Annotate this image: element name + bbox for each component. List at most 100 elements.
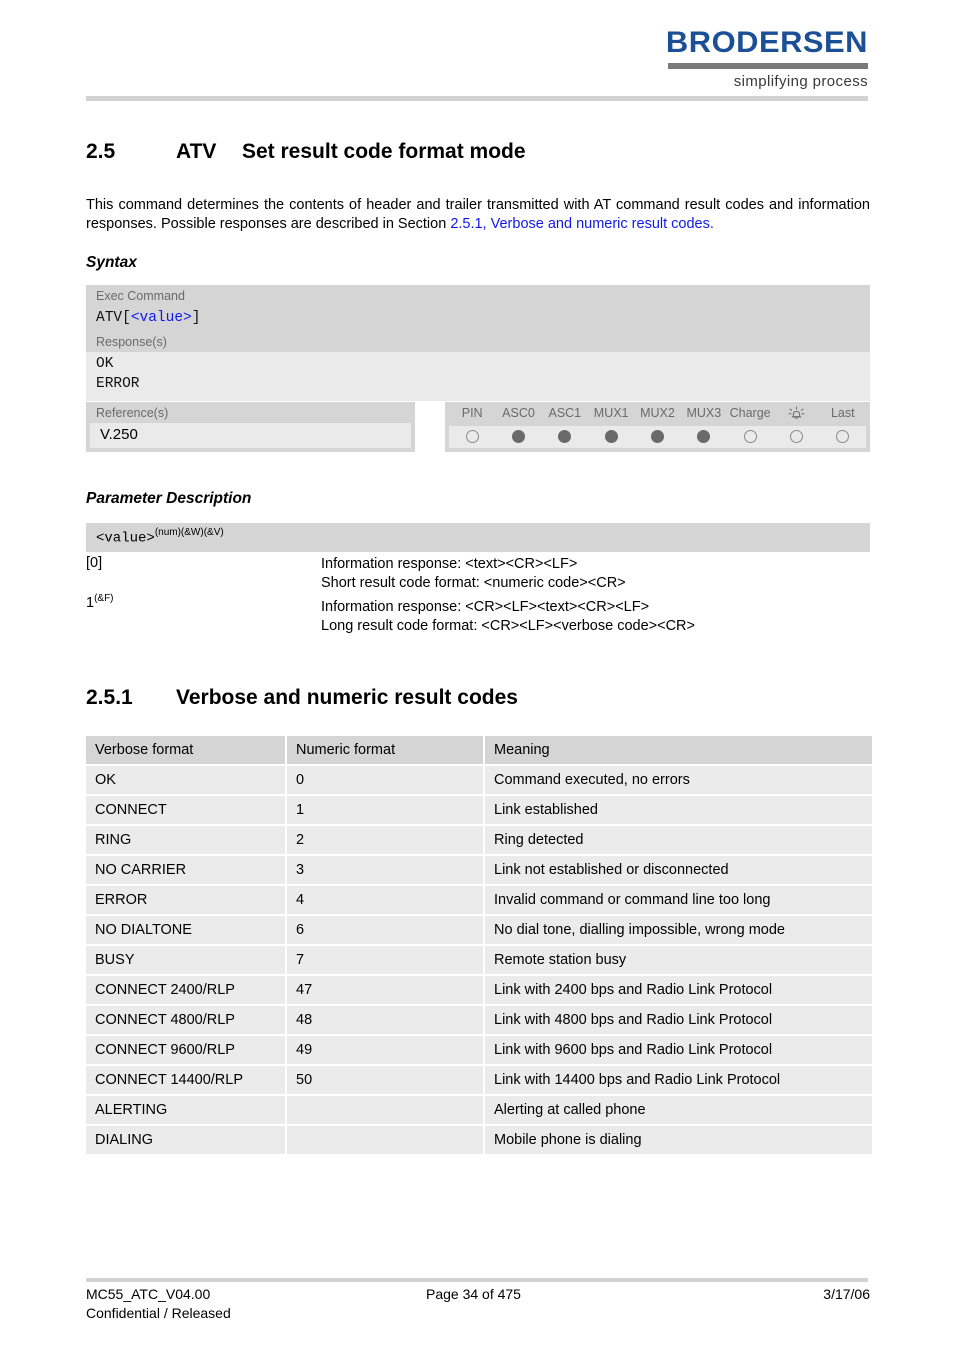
cell-numeric: 4	[286, 885, 485, 916]
parameter-value-1-line1: Information response: <CR><LF><text><CR>…	[321, 599, 650, 615]
cell-verbose: CONNECT 4800/RLP	[86, 1005, 287, 1036]
table-row: CONNECT 14400/RLP 50 Link with 14400 bps…	[86, 1065, 872, 1096]
cell-meaning: Command executed, no errors	[484, 765, 872, 796]
parameter-value-1-line2: Long result code format: <CR><LF><verbos…	[321, 618, 695, 634]
footer-classification: Confidential / Released	[86, 1305, 231, 1321]
cell-verbose: ALERTING	[86, 1095, 287, 1126]
indicator-label-asc0: ASC0	[502, 406, 535, 420]
table-row: DIALING Mobile phone is dialing	[86, 1125, 872, 1156]
indicator-dot-asc0	[495, 430, 541, 443]
parameter-key-1-superscript: (&F)	[94, 593, 114, 604]
cell-numeric: 6	[286, 915, 485, 946]
exec-command-panel: Exec Command ATV[<value>]	[86, 285, 870, 335]
response-line-ok: OK	[96, 356, 114, 372]
indicator-label-mux2: MUX2	[640, 406, 675, 420]
response-line-error: ERROR	[96, 376, 140, 392]
table-row: RING 2 Ring detected	[86, 825, 872, 856]
parameter-name-panel: <value>(num)(&W)(&V)	[86, 523, 870, 553]
indicator-dot-mux3	[681, 430, 727, 443]
cell-verbose: NO DIALTONE	[86, 915, 287, 946]
indicator-dot-mux1	[588, 430, 634, 443]
cell-verbose: OK	[86, 765, 287, 796]
table-row: NO DIALTONE 6 No dial tone, dialling imp…	[86, 915, 872, 946]
brodersen-logo: BRODERSEN simplifying process	[666, 28, 868, 90]
logo-tagline: simplifying process	[733, 73, 868, 90]
parameter-value-0-line2: Short result code format: <numeric code>…	[321, 575, 626, 591]
footer-row-primary: MC55_ATC_V04.00 Page 34 of 475 3/17/06	[86, 1285, 870, 1304]
cell-verbose: DIALING	[86, 1125, 287, 1156]
cell-meaning: Mobile phone is dialing	[484, 1125, 872, 1156]
cell-numeric	[286, 1125, 485, 1156]
page-title: 2.5 ATV Set result code format mode	[86, 140, 526, 164]
cell-meaning: Alerting at called phone	[484, 1095, 872, 1126]
cell-numeric: 47	[286, 975, 485, 1006]
reference-panel: Reference(s) V.250	[86, 402, 415, 452]
cell-verbose: RING	[86, 825, 287, 856]
exec-value-token: <value>	[130, 310, 192, 326]
result-codes-table: Verbose format Numeric format Meaning OK…	[86, 736, 872, 1156]
cell-meaning: Remote station busy	[484, 945, 872, 976]
table-row: CONNECT 4800/RLP 48 Link with 4800 bps a…	[86, 1005, 872, 1036]
indicator-label-mux1: MUX1	[593, 406, 629, 420]
exec-suffix: ]	[191, 310, 201, 326]
indicator-dot-mux2	[634, 430, 680, 443]
response-label: Response(s)	[86, 331, 870, 352]
cell-meaning: Invalid command or command line too long	[484, 885, 872, 916]
response-panel: Response(s) OK ERROR	[86, 331, 870, 401]
cell-meaning: Link with 2400 bps and Radio Link Protoc…	[484, 975, 872, 1006]
cell-meaning: Link established	[484, 795, 872, 826]
parameter-key-1: 1(&F)	[86, 593, 114, 611]
parameter-key-0: [0]	[86, 555, 103, 571]
table-body: OK 0 Command executed, no errors CONNECT…	[86, 765, 872, 1156]
reference-value: V.250	[90, 423, 411, 448]
cell-meaning: No dial tone, dialling impossible, wrong…	[484, 915, 872, 946]
subsection-number: 2.5.1	[86, 686, 133, 709]
indicator-label-last: Last	[830, 406, 855, 420]
footer-doc-id: MC55_ATC_V04.00	[86, 1286, 211, 1302]
subsection-title: 2.5.1 Verbose and numeric result codes	[86, 686, 518, 710]
cell-numeric: 48	[286, 1005, 485, 1036]
parameter-name-superscript: (num)(&W)(&V)	[154, 527, 224, 538]
cell-verbose: ERROR	[86, 885, 287, 916]
table-row: CONNECT 1 Link established	[86, 795, 872, 826]
table-row: ERROR 4 Invalid command or command line …	[86, 885, 872, 916]
subsection-title-text: Verbose and numeric result codes	[176, 686, 518, 709]
syntax-heading: Syntax	[86, 254, 137, 271]
cell-meaning: Link not established or disconnected	[484, 855, 872, 886]
page-footer: MC55_ATC_V04.00 Page 34 of 475 3/17/06 C…	[86, 1285, 870, 1323]
table-row: NO CARRIER 3 Link not established or dis…	[86, 855, 872, 886]
footer-date: 3/17/06	[823, 1286, 870, 1302]
indicator-dot-asc1	[542, 430, 588, 443]
parameter-value-0: Information response: <text><CR><LF> Sho…	[321, 555, 626, 593]
alarm-bell-icon	[773, 406, 819, 424]
parameter-value-0-line1: Information response: <text><CR><LF>	[321, 556, 578, 572]
parameter-name: <value>	[96, 530, 155, 547]
table-row: BUSY 7 Remote station busy	[86, 945, 872, 976]
section-title: Set result code format mode	[242, 140, 526, 163]
cell-verbose: CONNECT 9600/RLP	[86, 1035, 287, 1066]
table-row: OK 0 Command executed, no errors	[86, 765, 872, 796]
indicator-label-mux3: MUX3	[686, 406, 722, 420]
cell-meaning: Link with 4800 bps and Radio Link Protoc…	[484, 1005, 872, 1036]
section-number: 2.5	[86, 140, 116, 163]
cell-meaning: Link with 9600 bps and Radio Link Protoc…	[484, 1035, 872, 1066]
indicator-label-charge: Charge	[729, 406, 771, 420]
cell-numeric: 3	[286, 855, 485, 886]
response-body: OK ERROR	[86, 352, 870, 401]
cell-numeric: 1	[286, 795, 485, 826]
table-header-row: Verbose format Numeric format Meaning	[86, 736, 872, 766]
parameter-row-1: 1(&F) Information response: <CR><LF><tex…	[86, 593, 870, 635]
exec-command-label: Exec Command	[86, 285, 870, 306]
document-page: BRODERSEN simplifying process 2.5 ATV Set …	[0, 0, 954, 1351]
footer-page-number: Page 34 of 475	[426, 1286, 521, 1302]
cell-verbose: NO CARRIER	[86, 855, 287, 886]
indicator-header-row: PIN ASC0 ASC1 MUX1 MUX2 MUX3 Charge Last	[445, 402, 870, 426]
cell-verbose: CONNECT 2400/RLP	[86, 975, 287, 1006]
indicator-dot-charge	[727, 430, 773, 443]
footer-row-secondary: Confidential / Released	[86, 1304, 870, 1323]
logo-wordmark: BRODERSEN	[665, 26, 868, 59]
footer-divider	[86, 1278, 868, 1282]
parameter-description-heading: Parameter Description	[86, 490, 252, 507]
parameter-value-1: Information response: <CR><LF><text><CR>…	[321, 598, 695, 636]
section-link[interactable]: 2.5.1, Verbose and numeric result codes.	[450, 216, 714, 232]
